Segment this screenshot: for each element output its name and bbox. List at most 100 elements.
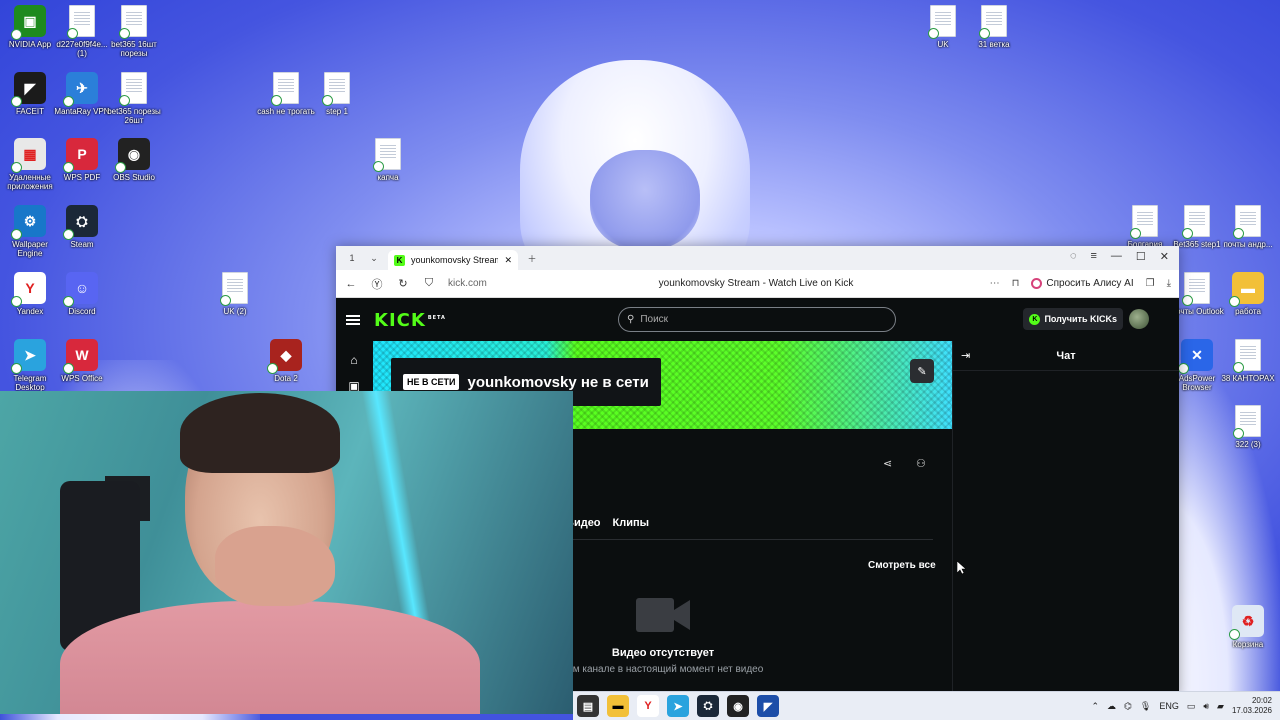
ask-alice-button[interactable]: Спросить Алису AI — [1031, 278, 1134, 289]
get-kicks-button[interactable]: K Получить KICKs — [1023, 308, 1123, 330]
desktop-icon[interactable]: ⛭ Steam — [52, 205, 112, 249]
task-view-icon[interactable]: ▤ — [577, 695, 599, 717]
app-icon: ▣ — [11, 5, 46, 40]
document-icon — [271, 72, 299, 106]
desktop-icon-label: Dota 2 — [274, 374, 298, 383]
app-icon: ◉ — [115, 138, 150, 173]
desktop-icon[interactable]: почты андр... — [1218, 205, 1278, 249]
sync-check-icon — [1233, 362, 1244, 373]
kick-favicon-icon: K — [394, 254, 405, 266]
file-explorer-icon[interactable]: ▬ — [607, 695, 629, 717]
desktop-icon[interactable]: bet365 16шт порезы — [104, 5, 164, 58]
search-box[interactable]: ⚲ — [618, 307, 896, 332]
desktop-icon[interactable]: bet365 порезы 26шт — [104, 72, 164, 125]
yandex-icon[interactable]: Ⓨ — [370, 276, 384, 292]
desktop-icon[interactable]: 322 (3) — [1218, 405, 1278, 449]
desktop-icon-label: WPS PDF — [63, 173, 101, 182]
onedrive-icon[interactable]: ☁ — [1107, 701, 1116, 712]
minimize-icon[interactable]: — — [1111, 250, 1122, 263]
desktop-icon[interactable]: ◉ OBS Studio — [104, 138, 164, 182]
desktop-icon[interactable]: ✈ MantaRay VPN — [52, 72, 112, 116]
page-title[interactable]: younkomovsky Stream - Watch Live on Kick — [556, 278, 956, 289]
collections-icon[interactable]: ❐ — [1146, 278, 1155, 289]
obs-icon[interactable]: ◉ — [727, 695, 749, 717]
reload-icon[interactable]: ↻ — [396, 277, 410, 290]
desktop-icon-label: UK (2) — [223, 307, 247, 316]
clock[interactable]: 20:02 17.03.2026 — [1232, 696, 1272, 716]
desktop-icon[interactable]: ♻ Корзина — [1218, 605, 1278, 649]
add-user-icon[interactable]: ⚇ — [916, 457, 926, 470]
alice-icon — [1031, 278, 1043, 289]
app-icon: ☺ — [63, 272, 98, 307]
desktop-icon[interactable]: ◤ FACEIT — [0, 72, 60, 116]
app-icon: W — [63, 339, 98, 374]
language-indicator[interactable]: ENG — [1159, 701, 1179, 711]
desktop-icon[interactable]: 31 ветка — [964, 5, 1024, 49]
desktop-icon[interactable]: W WPS Office — [52, 339, 112, 383]
more-icon[interactable]: ⋯ — [990, 278, 1000, 289]
see-all-link[interactable]: Смотреть все — [868, 560, 936, 571]
desktop-icon[interactable]: капча — [358, 138, 418, 182]
menu-icon[interactable] — [346, 315, 360, 325]
desktop-icon[interactable]: UK (2) — [205, 272, 265, 316]
microphone-icon[interactable]: 🎙︎ — [1140, 701, 1151, 712]
desktop-icon[interactable]: step 1 — [307, 72, 367, 116]
search-input[interactable] — [640, 314, 871, 325]
desktop-icon-label: 322 (3) — [1235, 440, 1261, 449]
battery-icon[interactable]: ▰ — [1217, 701, 1224, 712]
desktop-icon[interactable]: ➤ Telegram Desktop — [0, 339, 60, 392]
close-tab-icon[interactable]: ✕ — [504, 255, 512, 266]
avatar[interactable] — [1129, 309, 1149, 329]
app-icon[interactable]: ◤ — [757, 695, 779, 717]
chevron-up-icon[interactable]: ⌃ — [1091, 701, 1099, 712]
sync-check-icon — [1233, 428, 1244, 439]
sync-check-icon — [63, 96, 74, 107]
desktop-icon[interactable]: Y Yandex — [0, 272, 60, 316]
bookmark-icon[interactable]: ⊓ — [1012, 278, 1020, 289]
profile-icon[interactable]: ◌ — [1070, 250, 1077, 263]
menu-icon[interactable]: ≡ — [1090, 250, 1096, 263]
edit-banner-button[interactable]: ✎ — [910, 359, 934, 383]
desktop-icon-label: Steam — [70, 240, 94, 249]
volume-icon[interactable]: 🔊︎ — [1203, 701, 1209, 712]
desktop-icon-label: Корзина — [1232, 640, 1264, 649]
desktop-icon[interactable]: 38 КАНТОРАХ — [1218, 339, 1278, 383]
document-icon — [1130, 205, 1158, 239]
network-icon[interactable]: ⌬ — [1124, 701, 1132, 712]
display-icon[interactable]: ▭ — [1187, 701, 1196, 712]
webcam-person-hand — [215, 526, 335, 606]
home-icon[interactable]: ⌂ — [347, 353, 361, 367]
close-window-icon[interactable]: ✕ — [1160, 250, 1169, 263]
desktop-icon[interactable]: ▣ NVIDIA App — [0, 5, 60, 49]
desktop-icon[interactable]: ▬ работа — [1218, 272, 1278, 316]
app-icon: P — [63, 138, 98, 173]
yandex-browser-icon[interactable]: Y — [637, 695, 659, 717]
desktop-icon[interactable]: P WPS PDF — [52, 138, 112, 182]
browser-tab[interactable]: K younkomovsky Stream ✕ — [388, 250, 518, 270]
kick-logo[interactable]: KICK BETA — [374, 310, 446, 331]
tab-clips[interactable]: Клипы — [613, 517, 650, 529]
desktop-icon[interactable]: ☺ Discord — [52, 272, 112, 316]
collapse-chat-icon[interactable]: ⇥ — [961, 349, 970, 362]
new-tab-icon[interactable]: ＋ — [524, 250, 540, 266]
desktop-icon[interactable]: Болгария — [1115, 205, 1175, 249]
maximize-icon[interactable]: ☐ — [1136, 250, 1146, 263]
steam-icon[interactable]: ⛭ — [697, 695, 719, 717]
desktop-icon[interactable]: ⚙ Wallpaper Engine — [0, 205, 60, 258]
download-icon[interactable]: ⤓ — [1167, 278, 1171, 289]
desktop-icon[interactable]: d227e0f9f4e... (1) — [52, 5, 112, 58]
share-icon[interactable]: ⋖ — [883, 457, 892, 470]
sync-check-icon — [11, 29, 22, 40]
tab-counter[interactable]: 1 — [344, 250, 360, 266]
document-icon — [928, 5, 956, 39]
desktop-icon[interactable]: ◆ Dota 2 — [256, 339, 316, 383]
sync-check-icon — [119, 95, 130, 106]
chevron-down-icon[interactable]: ⌄ — [366, 250, 382, 266]
telegram-icon[interactable]: ➤ — [667, 695, 689, 717]
desktop-icon[interactable]: ▦ Удаленные приложения — [0, 138, 60, 191]
document-icon — [220, 272, 248, 306]
wallpaper-figure-face — [590, 150, 700, 250]
pencil-icon: ✎ — [917, 365, 927, 378]
back-icon[interactable]: ← — [344, 278, 358, 290]
sync-check-icon — [1182, 228, 1193, 239]
